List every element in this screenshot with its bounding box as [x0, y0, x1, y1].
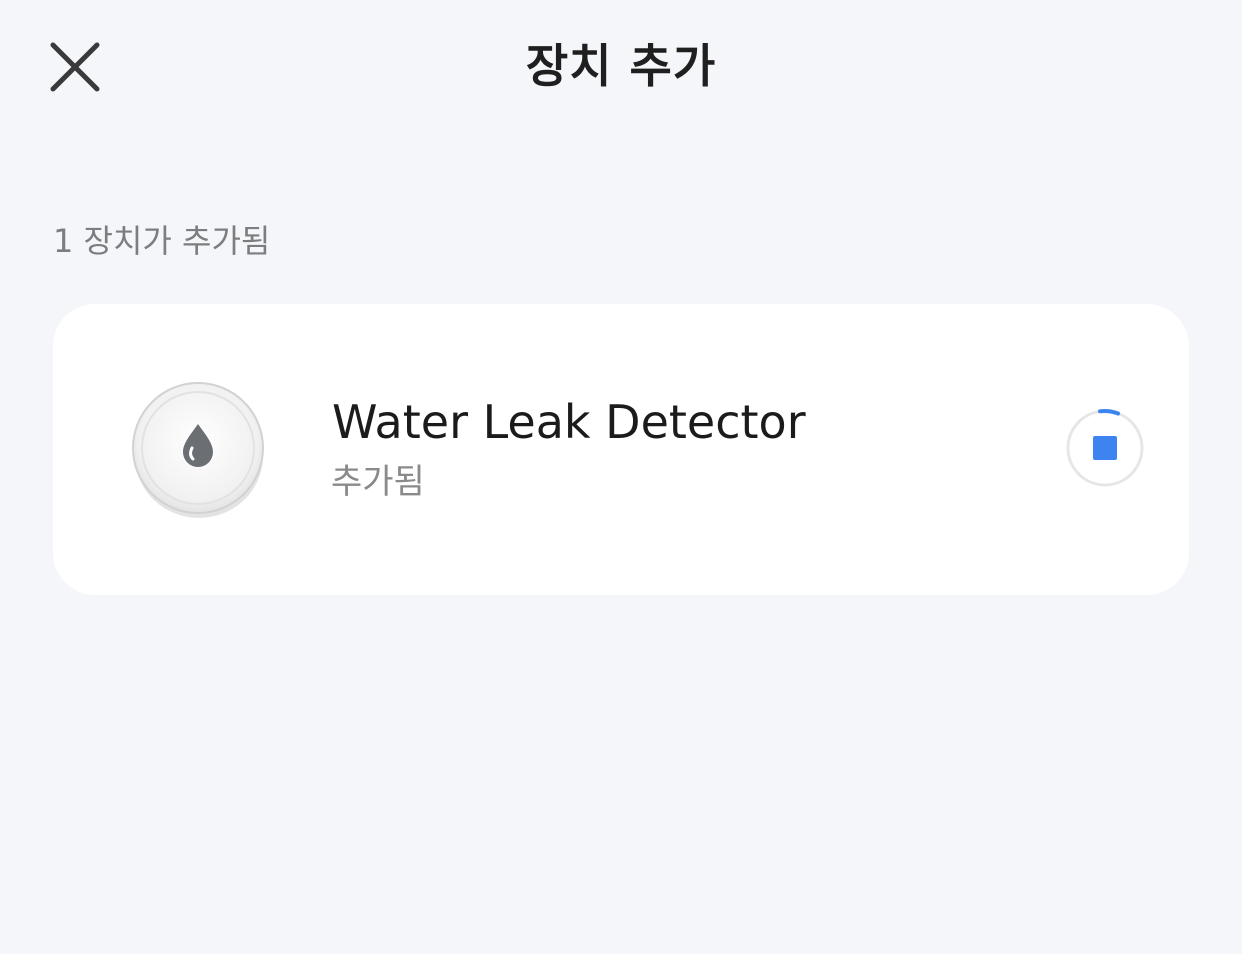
- progress-arc: [1098, 409, 1120, 416]
- stop-icon: [1093, 436, 1117, 460]
- stop-adding-button[interactable]: [1065, 408, 1145, 488]
- devices-added-count: 1 장치가 추가됨: [53, 222, 271, 260]
- device-name: Water Leak Detector: [332, 395, 806, 449]
- device-card[interactable]: Water Leak Detector 추가됨: [53, 304, 1189, 595]
- header: 장치 추가: [0, 0, 1242, 134]
- page-title: 장치 추가: [525, 39, 717, 93]
- device-image: [131, 382, 267, 518]
- device-status: 추가됨: [331, 462, 425, 502]
